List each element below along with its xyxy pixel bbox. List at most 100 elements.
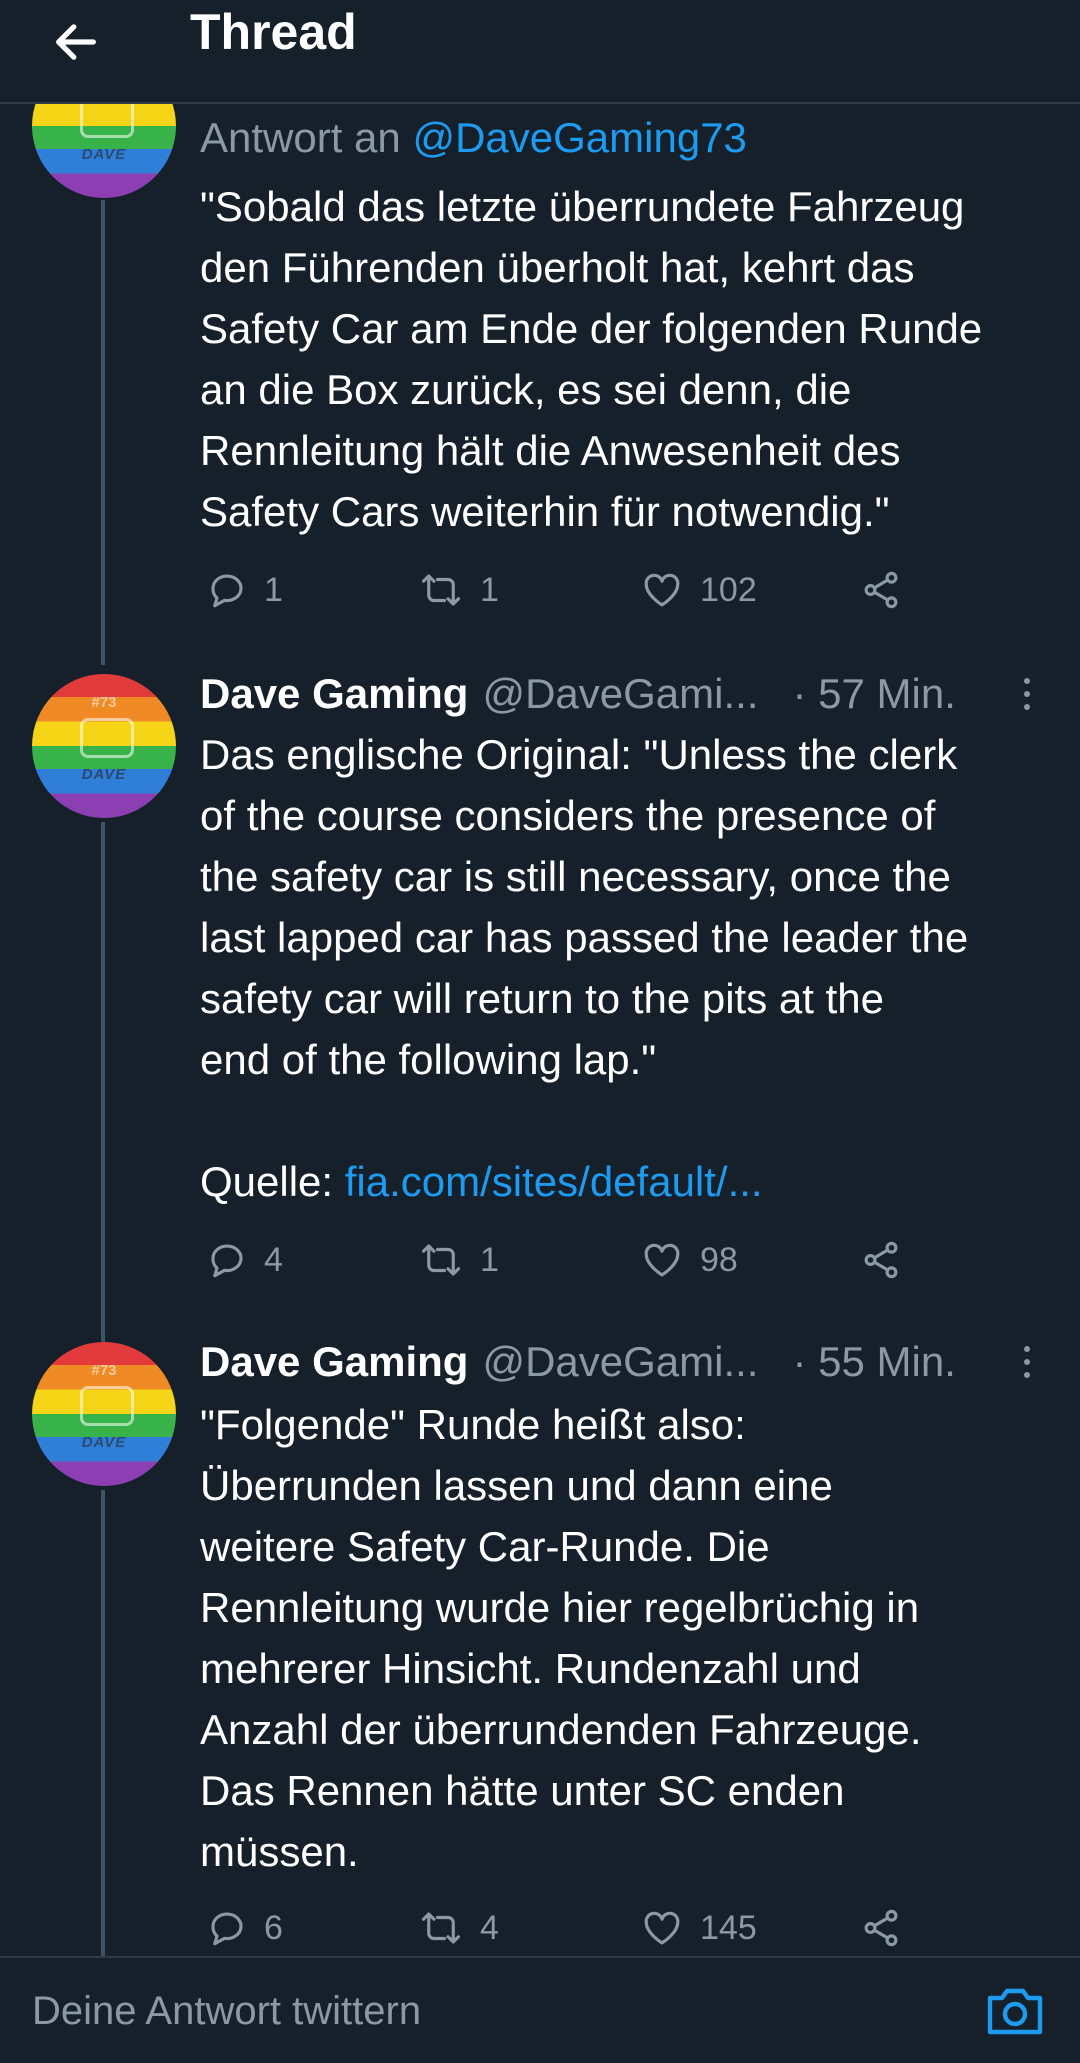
thread-line: [101, 200, 105, 665]
reply-count: 6: [264, 1908, 283, 1947]
reply-to-handle-link[interactable]: @DaveGaming73: [412, 114, 746, 161]
heart-icon: [644, 1243, 680, 1277]
like-count: 98: [700, 1240, 738, 1279]
more-dot: [1024, 691, 1030, 697]
author-handle[interactable]: @DaveGami...: [482, 670, 758, 718]
heart-icon: [644, 1911, 680, 1945]
tweet-text-line: "Sobald das letzte überrundete Fahrzeug: [200, 183, 965, 230]
retweet-count: 1: [480, 1240, 499, 1279]
like-count: 102: [700, 570, 757, 609]
share-icon: [864, 1909, 898, 1947]
reply-count: 4: [264, 1240, 283, 1279]
arrow-left-icon: [56, 24, 96, 60]
tweet-text-line: weitere Safety Car-Runde. Die: [200, 1523, 770, 1570]
reply-button[interactable]: 1: [206, 558, 283, 622]
tweet-text-line: last lapped car has passed the leader th…: [200, 914, 969, 961]
tweet-text-line: Rennleitung wurde hier regelbrüchig in: [200, 1584, 920, 1631]
reply-input[interactable]: Deine Antwort twittern: [32, 1958, 421, 2063]
more-dot: [1024, 1346, 1030, 1352]
thread-line: [101, 822, 105, 1342]
tweet-text[interactable]: Das englische Original: "Unless the cler…: [200, 724, 1060, 1212]
avatar-label: DAVE: [81, 146, 127, 163]
retweet-icon: [421, 574, 461, 606]
reply-icon: [211, 1244, 243, 1278]
tweet-text-line: safety car will return to the pits at th…: [200, 975, 884, 1022]
share-icon: [864, 1241, 898, 1279]
tweet-header: Dave Gaming @DaveGami... · 55 Min.: [200, 1332, 956, 1392]
like-count: 145: [700, 1908, 757, 1947]
tweet-text[interactable]: "Folgende" Runde heißt also: Überrunden …: [200, 1394, 1060, 1882]
share-button[interactable]: [860, 1896, 902, 1960]
camera-icon: [987, 1988, 1043, 2035]
source-line: Quelle: fia.com/sites/default/...: [200, 1151, 1060, 1212]
tweet-text-line: müssen.: [200, 1828, 359, 1875]
share-button[interactable]: [860, 558, 902, 622]
author-handle[interactable]: @DaveGami...: [482, 1338, 758, 1386]
page-title: Thread: [190, 4, 357, 60]
avatar-label: DAVE: [81, 766, 127, 783]
tweet-text-line: Safety Cars weiterhin für notwendig.": [200, 488, 890, 535]
tweet-timestamp[interactable]: · 55 Min.: [792, 1338, 955, 1386]
reply-compose-bar: Deine Antwort twittern: [0, 1956, 1080, 2063]
tweet-timestamp[interactable]: · 57 Min.: [792, 670, 955, 718]
tweet-text-line: end of the following lap.": [200, 1036, 657, 1083]
tweet-text-line: Rennleitung hält die Anwesenheit des: [200, 427, 901, 474]
reply-count: 1: [264, 570, 283, 609]
tweet-actions: 4 1 98: [200, 1228, 900, 1292]
more-dot: [1024, 1359, 1030, 1365]
tweet-text-line: Safety Car am Ende der folgenden Runde: [200, 305, 983, 352]
tweet-text-line: "Folgende" Runde heißt also:: [200, 1401, 746, 1448]
tweet-text-line: mehrerer Hinsicht. Rundenzahl und: [200, 1645, 861, 1692]
more-dot: [1024, 1372, 1030, 1378]
like-button[interactable]: 98: [640, 1228, 738, 1292]
reply-to-line: Antwort an @DaveGaming73: [200, 108, 747, 168]
more-options-button[interactable]: [1010, 1332, 1044, 1392]
avatar-label: DAVE: [81, 1434, 127, 1451]
source-label: Quelle:: [200, 1158, 345, 1205]
author-name[interactable]: Dave Gaming: [200, 670, 468, 718]
tweet-text-line: Überrunden lassen und dann eine: [200, 1462, 833, 1509]
avatar-number: #73: [91, 1362, 117, 1379]
tweet-text-line: Das englische Original: "Unless the cler…: [200, 731, 958, 778]
tweet-text-line: the safety car is still necessary, once …: [200, 853, 951, 900]
reply-to-prefix: Antwort an: [200, 114, 413, 161]
tweet-text-line: an die Box zurück, es sei denn, die: [200, 366, 852, 413]
reply-icon: [211, 1912, 243, 1946]
retweet-icon: [421, 1912, 461, 1944]
like-button[interactable]: 102: [640, 558, 757, 622]
camera-button[interactable]: [984, 1982, 1046, 2040]
top-app-bar: Thread: [0, 0, 1080, 104]
thread-page: DAVE Antwort an @DaveGaming73 "Sobald da…: [0, 0, 1080, 2063]
tweet-text-line: Anzahl der überrundenden Fahrzeuge.: [200, 1706, 922, 1753]
more-options-button[interactable]: [1010, 664, 1044, 724]
reply-button[interactable]: 4: [206, 1228, 283, 1292]
avatar-face-graphic: [80, 718, 134, 758]
retweet-count: 4: [480, 1908, 499, 1947]
retweet-icon: [421, 1244, 461, 1276]
avatar[interactable]: #73 DAVE: [32, 674, 176, 818]
author-name[interactable]: Dave Gaming: [200, 1338, 468, 1386]
retweet-button[interactable]: 1: [418, 1228, 499, 1292]
avatar-number: #73: [91, 694, 117, 711]
tweet-actions: 1 1 102: [200, 558, 900, 622]
thread-line: [101, 1490, 105, 1956]
share-icon: [864, 571, 898, 609]
retweet-button[interactable]: 1: [418, 558, 499, 622]
reply-button[interactable]: 6: [206, 1896, 283, 1960]
like-button[interactable]: 145: [640, 1896, 757, 1960]
tweet-text-line: Das Rennen hätte unter SC enden: [200, 1767, 845, 1814]
avatar-face-graphic: [80, 1386, 134, 1426]
retweet-button[interactable]: 4: [418, 1896, 499, 1960]
retweet-count: 1: [480, 570, 499, 609]
tweet-text-line: den Führenden überholt hat, kehrt das: [200, 244, 915, 291]
reply-icon: [211, 574, 243, 608]
avatar-face-graphic: [80, 98, 134, 138]
avatar[interactable]: #73 DAVE: [32, 1342, 176, 1486]
source-link[interactable]: fia.com/sites/default/...: [345, 1158, 763, 1205]
back-button[interactable]: [40, 6, 112, 78]
tweet-header: Dave Gaming @DaveGami... · 57 Min.: [200, 664, 956, 724]
heart-icon: [644, 573, 680, 607]
tweet-text[interactable]: "Sobald das letzte überrundete Fahrzeug …: [200, 176, 1060, 542]
share-button[interactable]: [860, 1228, 902, 1292]
